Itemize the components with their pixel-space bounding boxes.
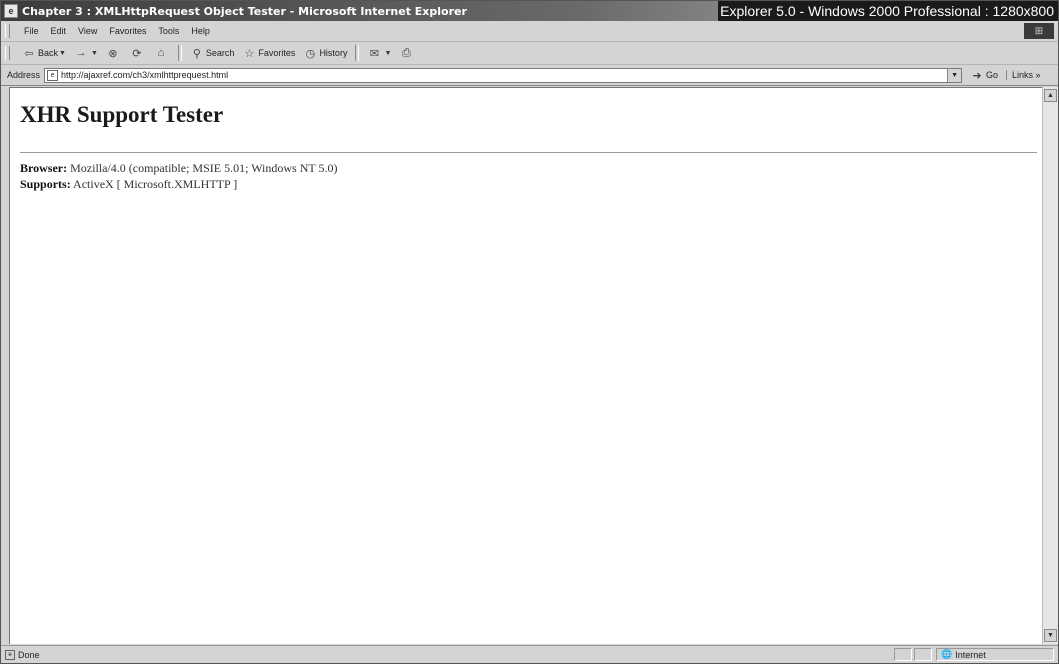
- print-button[interactable]: ⎙: [395, 44, 419, 62]
- address-dropdown-icon[interactable]: ▼: [947, 68, 962, 82]
- history-button[interactable]: ◷ History: [299, 44, 351, 62]
- address-input[interactable]: e http://ajaxref.com/ch3/xmlhttprequest.…: [44, 67, 963, 83]
- standard-toolbar: ⇦ Back ▼ → ▼ ⊗ ⟳ ⌂ ⚲ Search ☆ Favorites …: [1, 42, 1058, 65]
- page-status-icon: e: [5, 649, 15, 660]
- toolbar-separator: [355, 45, 360, 61]
- ie-icon: e: [4, 4, 18, 18]
- menu-help[interactable]: Help: [185, 26, 216, 36]
- zone-label: Internet: [955, 649, 986, 660]
- back-dropdown-icon[interactable]: ▼: [59, 50, 66, 57]
- history-icon: ◷: [305, 47, 316, 60]
- security-zone: 🌐 Internet: [936, 648, 1054, 661]
- page-icon: e: [47, 69, 59, 81]
- history-label: History: [319, 48, 348, 58]
- forward-dropdown-icon[interactable]: ▼: [91, 50, 98, 57]
- back-arrow-icon: ⇦: [24, 47, 34, 60]
- mail-button[interactable]: ✉ ▼: [363, 44, 395, 62]
- status-text: Done: [18, 649, 40, 660]
- forward-button[interactable]: → ▼: [70, 44, 102, 62]
- title-bar: e Chapter 3 : XMLHttpRequest Object Test…: [1, 1, 1058, 21]
- address-url[interactable]: http://ajaxref.com/ch3/xmlhttprequest.ht…: [61, 70, 228, 80]
- browser-window: e Chapter 3 : XMLHttpRequest Object Test…: [0, 0, 1059, 664]
- browser-label: Browser:: [20, 161, 68, 175]
- favorites-icon: ☆: [244, 47, 255, 60]
- status-pane: [914, 648, 932, 661]
- forward-arrow-icon: →: [75, 47, 87, 59]
- browser-info: Browser: Mozilla/4.0 (compatible; MSIE 5…: [20, 161, 338, 176]
- window-title: Chapter 3 : XMLHttpRequest Object Tester…: [22, 4, 467, 18]
- back-button[interactable]: ⇦ Back ▼: [18, 44, 70, 62]
- menu-file[interactable]: File: [18, 26, 45, 36]
- home-button[interactable]: ⌂: [150, 44, 174, 62]
- mail-icon: ✉: [369, 47, 380, 60]
- windows-logo-icon: ⊞: [1024, 23, 1054, 39]
- toolbar-separator: [177, 45, 182, 61]
- vertical-scrollbar[interactable]: ▲ ▼: [1042, 87, 1058, 644]
- status-bar: e Done 🌐 Internet: [1, 645, 1058, 663]
- page-title: XHR Support Tester: [20, 102, 224, 127]
- search-label: Search: [205, 48, 235, 58]
- supports-value: ActiveX [ Microsoft.XMLHTTP ]: [73, 177, 238, 191]
- refresh-button[interactable]: ⟳: [126, 44, 150, 62]
- menu-favorites[interactable]: Favorites: [103, 26, 152, 36]
- back-label: Back: [38, 48, 59, 58]
- refresh-icon: ⟳: [132, 47, 142, 60]
- scroll-up-icon[interactable]: ▲: [1044, 89, 1057, 102]
- menu-edit[interactable]: Edit: [45, 26, 73, 36]
- browser-value: Mozilla/4.0 (compatible; MSIE 5.01; Wind…: [70, 161, 338, 175]
- address-bar: Address e http://ajaxref.com/ch3/xmlhttp…: [1, 65, 1058, 86]
- print-icon: ⎙: [401, 46, 411, 59]
- horizontal-rule: [20, 152, 1037, 153]
- globe-icon: 🌐: [941, 649, 953, 659]
- home-icon: ⌂: [157, 47, 165, 59]
- stop-button[interactable]: ⊗: [102, 44, 126, 62]
- go-button[interactable]: ➜ Go: [970, 68, 998, 82]
- search-button[interactable]: ⚲ Search: [186, 44, 239, 62]
- favorites-label: Favorites: [258, 48, 296, 58]
- supports-label: Supports:: [20, 177, 71, 191]
- search-icon: ⚲: [192, 47, 201, 60]
- mail-dropdown-icon[interactable]: ▼: [384, 50, 391, 57]
- favorites-button[interactable]: ☆ Favorites: [238, 44, 299, 62]
- links-button[interactable]: Links »: [1006, 70, 1041, 80]
- scroll-down-icon[interactable]: ▼: [1044, 629, 1057, 642]
- page-content: XHR Support Tester Browser: Mozilla/4.0 …: [9, 87, 1042, 644]
- toolbar-grip[interactable]: [5, 24, 10, 38]
- toolbar-grip[interactable]: [5, 46, 10, 60]
- go-label: Go: [986, 70, 999, 80]
- menu-tools[interactable]: Tools: [152, 26, 185, 36]
- supports-info: Supports: ActiveX [ Microsoft.XMLHTTP ]: [20, 177, 237, 192]
- go-arrow-icon: ➜: [972, 69, 982, 82]
- screenshot-caption: Explorer 5.0 - Windows 2000 Professional…: [718, 1, 1058, 21]
- stop-icon: ⊗: [108, 47, 118, 60]
- status-pane: [894, 648, 912, 661]
- menu-view[interactable]: View: [72, 26, 103, 36]
- address-label: Address: [7, 70, 41, 80]
- menu-bar: File Edit View Favorites Tools Help ⊞: [1, 21, 1058, 42]
